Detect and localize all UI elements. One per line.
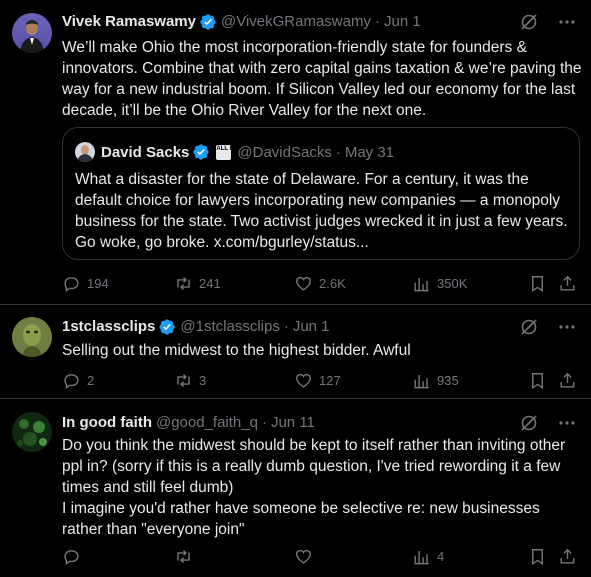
repost-button[interactable]: 3 xyxy=(174,371,206,390)
repost-icon xyxy=(177,277,190,290)
bookmark-button[interactable] xyxy=(528,547,553,566)
views-count: 935 xyxy=(437,373,459,388)
repost-button[interactable]: 241 xyxy=(174,274,221,293)
reply-icon xyxy=(64,374,79,389)
tweet-date[interactable]: Jun 1 xyxy=(384,12,421,32)
tweet-text: Selling out the midwest to the highest b… xyxy=(62,340,582,361)
separator-dot: · xyxy=(283,318,289,335)
bookmark-button[interactable] xyxy=(528,274,553,293)
views-count: 350K xyxy=(437,276,468,291)
quoted-avatar xyxy=(75,142,95,162)
tweet-in-good-faith[interactable]: In good faith @good_faith_q · Jun 11 Do … xyxy=(0,399,591,577)
share-icon xyxy=(560,372,575,388)
verified-badge-icon xyxy=(192,143,210,161)
more-icon[interactable] xyxy=(557,413,577,433)
quoted-tweet[interactable]: David Sacks ALL IN @DavidSacks · May 31 … xyxy=(62,127,580,260)
reply-button[interactable]: 194 xyxy=(62,274,109,293)
separator-dot: · xyxy=(374,13,380,30)
share-button[interactable] xyxy=(558,547,583,566)
affiliate-badge[interactable]: ALL IN xyxy=(216,144,236,160)
bookmark-button[interactable] xyxy=(528,371,553,390)
reply-count: 2 xyxy=(87,373,95,388)
reply-count: 194 xyxy=(87,276,109,291)
separator-dot: · xyxy=(261,414,267,431)
quoted-tweet-date[interactable]: May 31 xyxy=(345,144,394,161)
tweet-text: We’ll make Ohio the most incorporation-f… xyxy=(62,37,582,121)
like-icon xyxy=(296,549,311,564)
tweet-top-icons xyxy=(519,317,577,337)
grok-icon[interactable] xyxy=(519,317,539,337)
more-icon[interactable] xyxy=(557,317,577,337)
quoted-tweet-header: David Sacks ALL IN @DavidSacks · May 31 xyxy=(75,142,394,162)
views-button[interactable]: 4 xyxy=(412,547,444,566)
repost-icon xyxy=(177,374,190,387)
tweet-header: 1stclassclips @1stclassclips · Jun 1 xyxy=(62,317,330,337)
quoted-author-name[interactable]: David Sacks xyxy=(101,144,189,161)
avatar[interactable] xyxy=(12,13,52,53)
reply-button[interactable] xyxy=(62,547,87,566)
repost-count: 3 xyxy=(199,373,207,388)
tweet-header: In good faith @good_faith_q · Jun 11 xyxy=(62,413,315,433)
tweet-header: Vivek Ramaswamy @VivekGRamaswamy · Jun 1 xyxy=(62,12,421,32)
grok-icon[interactable] xyxy=(519,12,539,32)
views-button[interactable]: 935 xyxy=(412,371,459,390)
verified-badge-icon xyxy=(158,318,176,336)
tweet-actions: 194 241 2.6K 350K xyxy=(62,274,582,294)
tweet-top-icons xyxy=(519,12,577,32)
bookmark-icon xyxy=(532,549,543,565)
tweet-top-icons xyxy=(519,413,577,433)
author-handle[interactable]: @good_faith_q xyxy=(156,413,258,433)
repost-icon xyxy=(177,550,190,563)
like-icon xyxy=(296,373,311,388)
grok-icon[interactable] xyxy=(519,413,539,433)
more-icon[interactable] xyxy=(557,12,577,32)
reply-icon xyxy=(64,277,79,292)
repost-count: 241 xyxy=(199,276,221,291)
like-button[interactable]: 127 xyxy=(294,371,341,390)
like-count: 2.6K xyxy=(319,276,346,291)
quoted-tweet-text: What a disaster for the state of Delawar… xyxy=(75,169,575,253)
tweet-date[interactable]: Jun 1 xyxy=(293,317,330,337)
bookmark-icon xyxy=(532,373,543,389)
share-button[interactable] xyxy=(558,274,583,293)
tweet-vivek[interactable]: Vivek Ramaswamy @VivekGRamaswamy · Jun 1… xyxy=(0,0,591,300)
like-icon xyxy=(296,276,311,291)
quoted-tweet-text-content: What a disaster for the state of Delawar… xyxy=(75,171,568,251)
views-count: 4 xyxy=(437,549,445,564)
author-name[interactable]: Vivek Ramaswamy xyxy=(62,12,196,32)
tweet-1stclassclips[interactable]: 1stclassclips @1stclassclips · Jun 1 Sel… xyxy=(0,305,591,393)
like-button[interactable] xyxy=(294,547,319,566)
views-icon xyxy=(414,374,429,389)
separator-dot: · xyxy=(335,143,341,161)
tweet-text-paragraph-2: I imagine you'd rather have someone be s… xyxy=(62,500,540,538)
tweet-actions: 2 3 127 935 xyxy=(62,371,582,391)
bookmark-icon xyxy=(532,276,543,292)
repost-button[interactable] xyxy=(174,547,199,566)
author-name[interactable]: In good faith xyxy=(62,413,152,433)
tweet-text: Do you think the midwest should be kept … xyxy=(62,435,582,540)
reply-icon xyxy=(64,550,79,565)
avatar[interactable] xyxy=(12,317,52,357)
like-button[interactable]: 2.6K xyxy=(294,274,346,293)
verified-badge-icon xyxy=(199,13,217,31)
author-handle[interactable]: @VivekGRamaswamy xyxy=(221,12,371,32)
tweet-text-content: We’ll make Ohio the most incorporation-f… xyxy=(62,39,582,119)
views-icon xyxy=(414,550,429,565)
author-name[interactable]: 1stclassclips xyxy=(62,317,155,337)
tweet-actions: 4 xyxy=(62,547,582,567)
like-count: 127 xyxy=(319,373,341,388)
reply-button[interactable]: 2 xyxy=(62,371,94,390)
tweet-text-content: Selling out the midwest to the highest b… xyxy=(62,342,411,359)
views-icon xyxy=(414,277,429,292)
share-button[interactable] xyxy=(558,371,583,390)
share-icon xyxy=(560,548,575,564)
author-handle[interactable]: @1stclassclips xyxy=(180,317,279,337)
views-button[interactable]: 350K xyxy=(412,274,467,293)
quoted-author-handle[interactable]: @DavidSacks xyxy=(237,144,331,161)
tweet-date[interactable]: Jun 11 xyxy=(271,413,315,433)
share-icon xyxy=(560,275,575,291)
tweet-text-paragraph-1: Do you think the midwest should be kept … xyxy=(62,437,566,496)
avatar[interactable] xyxy=(12,412,52,452)
